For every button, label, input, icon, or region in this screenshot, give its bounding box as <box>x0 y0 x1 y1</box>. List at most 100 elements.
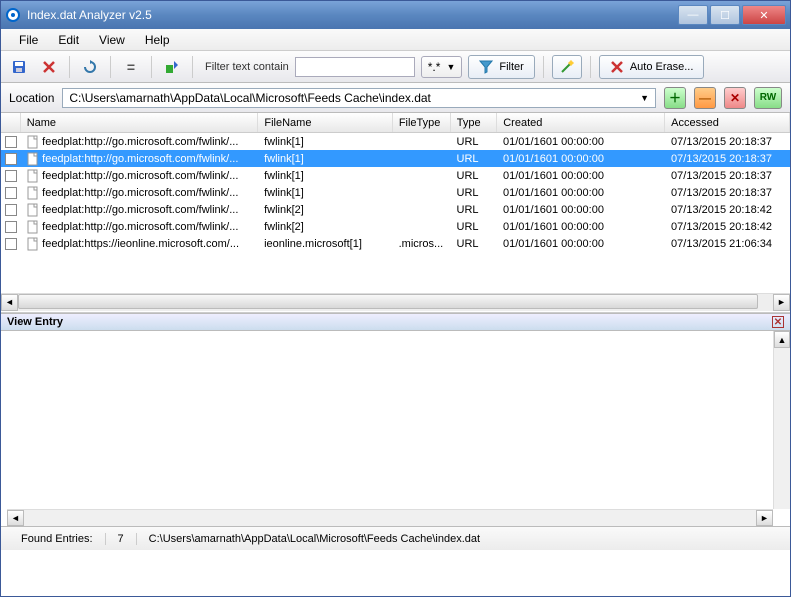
vertical-scrollbar[interactable]: ▲ <box>773 331 790 509</box>
auto-erase-label: Auto Erase... <box>630 61 694 73</box>
cell-accessed: 07/13/2015 21:06:34 <box>665 238 790 250</box>
cell-name: feedplat:http://go.microsoft.com/fwlink/… <box>20 203 258 217</box>
cell-name: feedplat:http://go.microsoft.com/fwlink/… <box>20 152 258 166</box>
table-row[interactable]: feedplat:http://go.microsoft.com/fwlink/… <box>1 184 790 201</box>
row-checkbox[interactable] <box>1 153 20 165</box>
refresh-icon[interactable] <box>78 55 102 79</box>
cell-filename: fwlink[1] <box>258 187 393 199</box>
scroll-track[interactable] <box>18 294 773 311</box>
grid-header: Name FileName FileType Type Created Acce… <box>1 113 790 133</box>
col-filename[interactable]: FileName <box>258 113 392 132</box>
status-path: C:\Users\amarnath\AppData\Local\Microsof… <box>137 533 492 545</box>
cell-type: URL <box>451 187 497 199</box>
cell-accessed: 07/13/2015 20:18:37 <box>665 170 790 182</box>
add-location-button[interactable]: ＋ <box>664 87 686 109</box>
scroll-left-icon[interactable]: ◄ <box>1 294 18 311</box>
delete-location-button[interactable]: ✕ <box>724 87 746 109</box>
cell-type: URL <box>451 238 497 250</box>
view-entry-body: ▲ ◄ ► <box>1 331 790 526</box>
cell-name: feedplat:https://ieonline.microsoft.com/… <box>20 237 258 251</box>
file-icon <box>26 203 40 217</box>
row-checkbox[interactable] <box>1 187 20 199</box>
cell-type: URL <box>451 153 497 165</box>
cell-filename: fwlink[1] <box>258 170 393 182</box>
file-icon <box>26 135 40 149</box>
horizontal-scrollbar-2[interactable]: ◄ ► <box>7 509 773 526</box>
funnel-icon <box>479 60 493 74</box>
col-checkbox[interactable] <box>1 113 21 132</box>
cell-created: 01/01/1601 00:00:00 <box>497 153 665 165</box>
cell-type: URL <box>451 136 497 148</box>
scroll-right-icon[interactable]: ► <box>756 510 773 526</box>
menu-help[interactable]: Help <box>135 31 180 49</box>
maximize-button[interactable]: ☐ <box>710 5 740 25</box>
toolbar-separator <box>110 56 111 78</box>
table-row[interactable]: feedplat:http://go.microsoft.com/fwlink/… <box>1 133 790 150</box>
menu-file[interactable]: File <box>9 31 48 49</box>
file-icon <box>26 169 40 183</box>
auto-erase-button[interactable]: Auto Erase... <box>599 55 705 79</box>
table-row[interactable]: feedplat:http://go.microsoft.com/fwlink/… <box>1 218 790 235</box>
table-row[interactable]: feedplat:http://go.microsoft.com/fwlink/… <box>1 167 790 184</box>
close-panel-icon[interactable]: ✕ <box>772 316 784 328</box>
remove-location-button[interactable]: — <box>694 87 716 109</box>
pattern-value: *.* <box>428 60 441 74</box>
equals-icon[interactable]: = <box>119 55 143 79</box>
col-type[interactable]: Type <box>451 113 497 132</box>
filter-button[interactable]: Filter <box>468 55 534 79</box>
minimize-button[interactable]: — <box>678 5 708 25</box>
scroll-left-icon[interactable]: ◄ <box>7 510 24 526</box>
menu-view[interactable]: View <box>89 31 135 49</box>
cell-type: URL <box>451 204 497 216</box>
results-grid: Name FileName FileType Type Created Acce… <box>1 113 790 313</box>
row-checkbox[interactable] <box>1 204 20 216</box>
export-icon[interactable] <box>160 55 184 79</box>
cell-name: feedplat:http://go.microsoft.com/fwlink/… <box>20 135 258 149</box>
table-row[interactable]: feedplat:http://go.microsoft.com/fwlink/… <box>1 150 790 167</box>
title-bar[interactable]: Index.dat Analyzer v2.5 — ☐ ✕ <box>1 1 790 29</box>
cell-name: feedplat:http://go.microsoft.com/fwlink/… <box>20 169 258 183</box>
cell-filename: fwlink[1] <box>258 136 393 148</box>
row-checkbox[interactable] <box>1 136 20 148</box>
filter-button-label: Filter <box>499 61 523 73</box>
table-row[interactable]: feedplat:http://go.microsoft.com/fwlink/… <box>1 201 790 218</box>
row-checkbox[interactable] <box>1 221 20 233</box>
scroll-right-icon[interactable]: ► <box>773 294 790 311</box>
wand-button[interactable] <box>552 55 582 79</box>
file-icon <box>26 186 40 200</box>
filter-input[interactable] <box>295 57 415 77</box>
file-icon <box>26 220 40 234</box>
save-icon[interactable] <box>7 55 31 79</box>
cell-type: URL <box>451 221 497 233</box>
status-found-label: Found Entries: <box>9 533 106 545</box>
scroll-thumb[interactable] <box>18 294 758 309</box>
col-name[interactable]: Name <box>21 113 259 132</box>
horizontal-scrollbar[interactable]: ◄ ► <box>1 293 790 310</box>
cell-filename: fwlink[2] <box>258 204 393 216</box>
cell-created: 01/01/1601 00:00:00 <box>497 238 665 250</box>
location-combo[interactable]: C:\Users\amarnath\AppData\Local\Microsof… <box>62 88 656 108</box>
pattern-combo[interactable]: *.*▼ <box>421 56 463 78</box>
cell-accessed: 07/13/2015 20:18:42 <box>665 221 790 233</box>
file-icon <box>26 152 40 166</box>
cell-type: URL <box>451 170 497 182</box>
row-checkbox[interactable] <box>1 170 20 182</box>
close-button[interactable]: ✕ <box>742 5 786 25</box>
wand-icon <box>559 59 575 75</box>
rw-button[interactable]: RW <box>754 87 782 109</box>
table-row[interactable]: feedplat:https://ieonline.microsoft.com/… <box>1 235 790 252</box>
row-checkbox[interactable] <box>1 238 20 250</box>
location-label: Location <box>9 91 54 105</box>
cell-name: feedplat:http://go.microsoft.com/fwlink/… <box>20 220 258 234</box>
col-filetype[interactable]: FileType <box>393 113 451 132</box>
delete-icon[interactable] <box>37 55 61 79</box>
file-icon <box>26 237 40 251</box>
menu-edit[interactable]: Edit <box>48 31 89 49</box>
grid-body[interactable]: feedplat:http://go.microsoft.com/fwlink/… <box>1 133 790 293</box>
filter-label: Filter text contain <box>205 61 289 73</box>
col-accessed[interactable]: Accessed <box>665 113 790 132</box>
cell-created: 01/01/1601 00:00:00 <box>497 187 665 199</box>
cell-accessed: 07/13/2015 20:18:42 <box>665 204 790 216</box>
col-created[interactable]: Created <box>497 113 665 132</box>
scroll-up-icon[interactable]: ▲ <box>774 331 790 348</box>
